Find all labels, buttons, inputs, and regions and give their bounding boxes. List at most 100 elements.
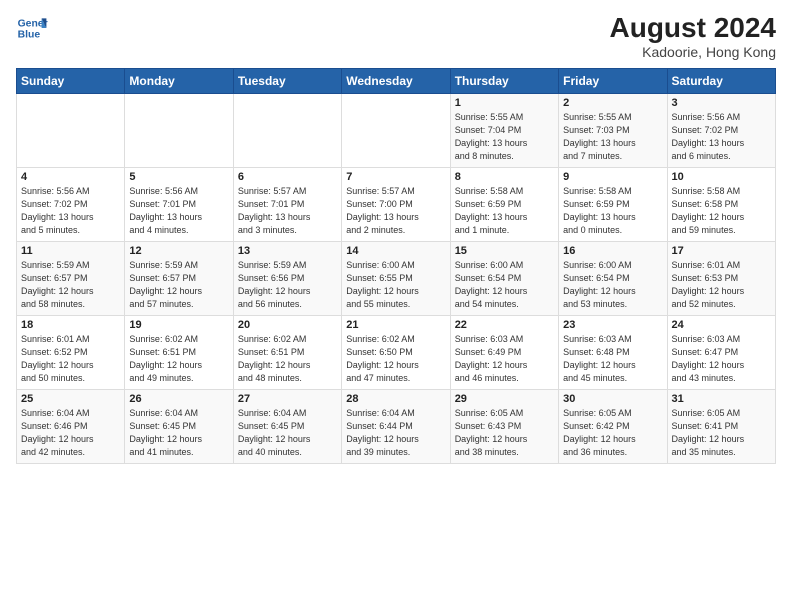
day-number: 13 <box>238 245 337 257</box>
location: Kadoorie, Hong Kong <box>610 44 777 60</box>
day-number: 20 <box>238 319 337 331</box>
day-number: 14 <box>346 245 445 257</box>
day-number: 30 <box>563 393 662 405</box>
day-info: Sunrise: 6:00 AM Sunset: 6:54 PM Dayligh… <box>455 259 554 311</box>
col-header-thursday: Thursday <box>450 69 558 94</box>
day-number: 11 <box>21 245 120 257</box>
day-number: 28 <box>346 393 445 405</box>
day-info: Sunrise: 5:55 AM Sunset: 7:03 PM Dayligh… <box>563 111 662 163</box>
day-number: 31 <box>672 393 771 405</box>
calendar-cell: 17 Sunrise: 6:01 AM Sunset: 6:53 PM Dayli… <box>667 242 775 316</box>
calendar-cell: 30 Sunrise: 6:05 AM Sunset: 6:42 PM Dayli… <box>559 390 667 464</box>
calendar-cell: 19Sunrise: 6:02 AM Sunset: 6:51 PM Dayli… <box>125 316 233 390</box>
day-info: Sunrise: 6:02 AM Sunset: 6:51 PM Dayligh… <box>238 333 337 385</box>
calendar-cell: 7Sunrise: 5:57 AM Sunset: 7:00 PM Daylig… <box>342 168 450 242</box>
col-header-friday: Friday <box>559 69 667 94</box>
calendar-cell: 15 Sunrise: 6:00 AM Sunset: 6:54 PM Dayli… <box>450 242 558 316</box>
day-number: 6 <box>238 171 337 183</box>
day-number: 24 <box>672 319 771 331</box>
calendar-cell <box>233 94 341 168</box>
calendar-cell <box>342 94 450 168</box>
calendar-cell: 27Sunrise: 6:04 AM Sunset: 6:45 PM Dayli… <box>233 390 341 464</box>
calendar-cell: 25 Sunrise: 6:04 AM Sunset: 6:46 PM Dayli… <box>17 390 125 464</box>
day-number: 21 <box>346 319 445 331</box>
calendar-cell: 31Sunrise: 6:05 AM Sunset: 6:41 PM Dayli… <box>667 390 775 464</box>
day-number: 25 <box>21 393 120 405</box>
day-number: 17 <box>672 245 771 257</box>
day-info: Sunrise: 6:05 AM Sunset: 6:42 PM Dayligh… <box>563 407 662 459</box>
day-info: Sunrise: 6:03 AM Sunset: 6:47 PM Dayligh… <box>672 333 771 385</box>
day-number: 1 <box>455 97 554 109</box>
col-header-saturday: Saturday <box>667 69 775 94</box>
calendar-cell: 10 Sunrise: 5:58 AM Sunset: 6:58 PM Dayli… <box>667 168 775 242</box>
calendar-cell: 26Sunrise: 6:04 AM Sunset: 6:45 PM Dayli… <box>125 390 233 464</box>
col-header-monday: Monday <box>125 69 233 94</box>
day-info: Sunrise: 6:02 AM Sunset: 6:50 PM Dayligh… <box>346 333 445 385</box>
day-number: 2 <box>563 97 662 109</box>
calendar-cell: 1 Sunrise: 5:55 AM Sunset: 7:04 PM Daylig… <box>450 94 558 168</box>
calendar-week-2: 4Sunrise: 5:56 AM Sunset: 7:02 PM Daylig… <box>17 168 776 242</box>
day-info: Sunrise: 5:58 AM Sunset: 6:59 PM Dayligh… <box>455 185 554 237</box>
day-number: 5 <box>129 171 228 183</box>
day-info: Sunrise: 6:03 AM Sunset: 6:48 PM Dayligh… <box>563 333 662 385</box>
day-info: Sunrise: 5:59 AM Sunset: 6:57 PM Dayligh… <box>21 259 120 311</box>
day-info: Sunrise: 6:00 AM Sunset: 6:54 PM Dayligh… <box>563 259 662 311</box>
day-info: Sunrise: 6:01 AM Sunset: 6:53 PM Dayligh… <box>672 259 771 311</box>
calendar-cell: 23 Sunrise: 6:03 AM Sunset: 6:48 PM Dayli… <box>559 316 667 390</box>
calendar-week-1: 1 Sunrise: 5:55 AM Sunset: 7:04 PM Daylig… <box>17 94 776 168</box>
calendar-header-row: SundayMondayTuesdayWednesdayThursdayFrid… <box>17 69 776 94</box>
day-number: 22 <box>455 319 554 331</box>
calendar-week-4: 18Sunrise: 6:01 AM Sunset: 6:52 PM Dayli… <box>17 316 776 390</box>
calendar-cell: 11 Sunrise: 5:59 AM Sunset: 6:57 PM Dayli… <box>17 242 125 316</box>
calendar-cell: 5Sunrise: 5:56 AM Sunset: 7:01 PM Daylig… <box>125 168 233 242</box>
calendar-week-3: 11 Sunrise: 5:59 AM Sunset: 6:57 PM Dayli… <box>17 242 776 316</box>
day-info: Sunrise: 5:55 AM Sunset: 7:04 PM Dayligh… <box>455 111 554 163</box>
day-number: 12 <box>129 245 228 257</box>
col-header-wednesday: Wednesday <box>342 69 450 94</box>
day-number: 7 <box>346 171 445 183</box>
calendar-cell <box>17 94 125 168</box>
day-number: 23 <box>563 319 662 331</box>
logo-icon: General Blue <box>16 12 48 44</box>
logo: General Blue <box>16 12 48 44</box>
month-year: August 2024 <box>610 12 777 44</box>
day-number: 8 <box>455 171 554 183</box>
page-container: General Blue August 2024 Kadoorie, Hong … <box>0 0 792 472</box>
day-info: Sunrise: 5:58 AM Sunset: 6:59 PM Dayligh… <box>563 185 662 237</box>
calendar-cell <box>125 94 233 168</box>
day-info: Sunrise: 6:04 AM Sunset: 6:46 PM Dayligh… <box>21 407 120 459</box>
day-number: 15 <box>455 245 554 257</box>
calendar-cell: 3Sunrise: 5:56 AM Sunset: 7:02 PM Daylig… <box>667 94 775 168</box>
day-info: Sunrise: 6:00 AM Sunset: 6:55 PM Dayligh… <box>346 259 445 311</box>
day-number: 26 <box>129 393 228 405</box>
calendar-cell: 16 Sunrise: 6:00 AM Sunset: 6:54 PM Dayli… <box>559 242 667 316</box>
calendar-cell: 22 Sunrise: 6:03 AM Sunset: 6:49 PM Dayli… <box>450 316 558 390</box>
day-number: 10 <box>672 171 771 183</box>
header: General Blue August 2024 Kadoorie, Hong … <box>16 12 776 60</box>
calendar-week-5: 25 Sunrise: 6:04 AM Sunset: 6:46 PM Dayli… <box>17 390 776 464</box>
day-info: Sunrise: 6:05 AM Sunset: 6:43 PM Dayligh… <box>455 407 554 459</box>
calendar-cell: 12Sunrise: 5:59 AM Sunset: 6:57 PM Dayli… <box>125 242 233 316</box>
day-number: 9 <box>563 171 662 183</box>
calendar-cell: 8 Sunrise: 5:58 AM Sunset: 6:59 PM Daylig… <box>450 168 558 242</box>
calendar-cell: 9 Sunrise: 5:58 AM Sunset: 6:59 PM Daylig… <box>559 168 667 242</box>
calendar-cell: 20 Sunrise: 6:02 AM Sunset: 6:51 PM Dayli… <box>233 316 341 390</box>
day-number: 16 <box>563 245 662 257</box>
day-number: 19 <box>129 319 228 331</box>
calendar-cell: 2 Sunrise: 5:55 AM Sunset: 7:03 PM Daylig… <box>559 94 667 168</box>
day-info: Sunrise: 5:58 AM Sunset: 6:58 PM Dayligh… <box>672 185 771 237</box>
col-header-sunday: Sunday <box>17 69 125 94</box>
calendar-cell: 18Sunrise: 6:01 AM Sunset: 6:52 PM Dayli… <box>17 316 125 390</box>
day-number: 29 <box>455 393 554 405</box>
title-block: August 2024 Kadoorie, Hong Kong <box>610 12 777 60</box>
calendar-cell: 14 Sunrise: 6:00 AM Sunset: 6:55 PM Dayli… <box>342 242 450 316</box>
calendar-cell: 13 Sunrise: 5:59 AM Sunset: 6:56 PM Dayli… <box>233 242 341 316</box>
day-info: Sunrise: 5:56 AM Sunset: 7:02 PM Dayligh… <box>21 185 120 237</box>
day-info: Sunrise: 6:04 AM Sunset: 6:45 PM Dayligh… <box>238 407 337 459</box>
calendar-cell: 28 Sunrise: 6:04 AM Sunset: 6:44 PM Dayli… <box>342 390 450 464</box>
calendar: SundayMondayTuesdayWednesdayThursdayFrid… <box>16 68 776 464</box>
day-info: Sunrise: 6:03 AM Sunset: 6:49 PM Dayligh… <box>455 333 554 385</box>
day-info: Sunrise: 5:59 AM Sunset: 6:56 PM Dayligh… <box>238 259 337 311</box>
day-info: Sunrise: 6:04 AM Sunset: 6:44 PM Dayligh… <box>346 407 445 459</box>
svg-text:Blue: Blue <box>18 30 41 41</box>
